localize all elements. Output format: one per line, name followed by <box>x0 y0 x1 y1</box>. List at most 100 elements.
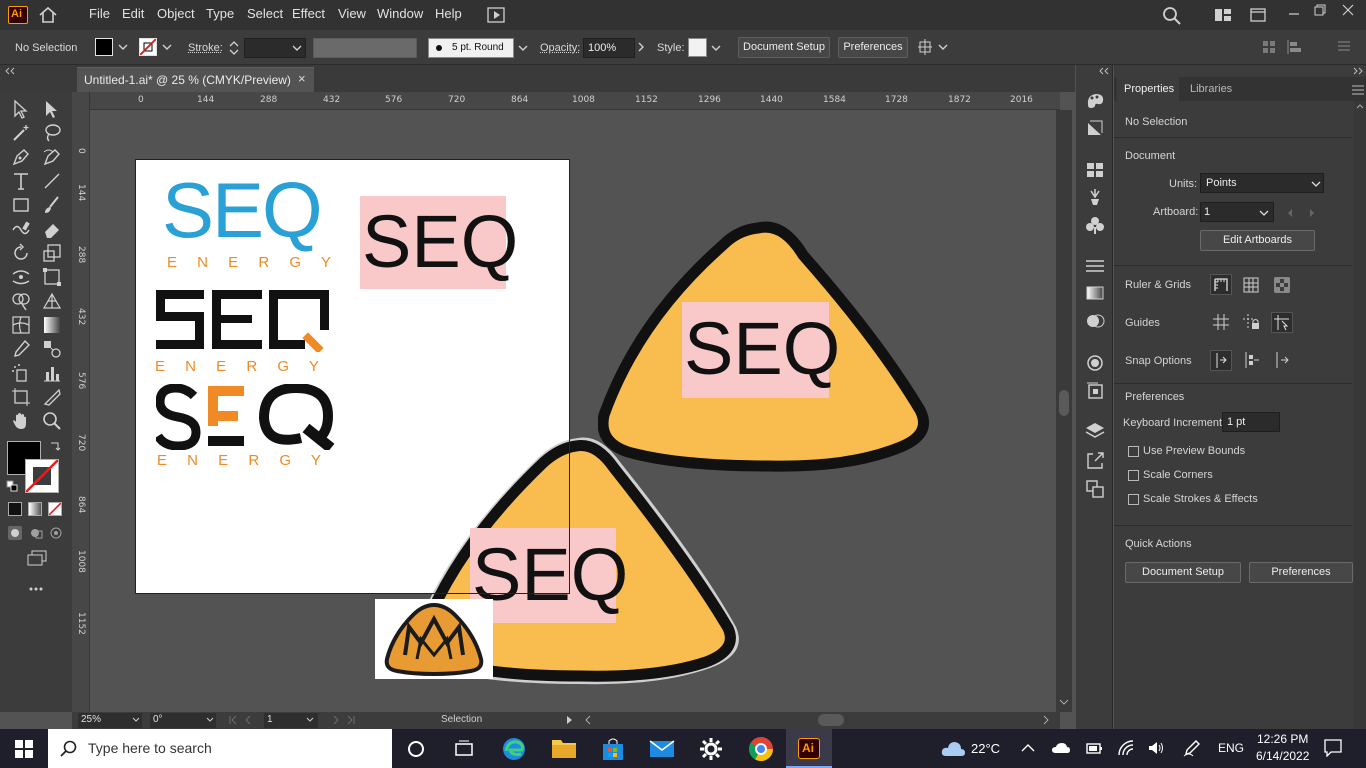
scale-corners-checkbox[interactable] <box>1128 470 1139 481</box>
draw-inside-icon[interactable] <box>48 525 64 541</box>
stroke-weight-stepper-icon[interactable] <box>228 39 240 57</box>
volume-icon[interactable] <box>1147 740 1165 756</box>
brush-definition[interactable]: 5 pt. Round <box>428 38 514 58</box>
curvature-tool-icon[interactable] <box>41 146 63 168</box>
seq-modern-logo[interactable] <box>156 384 338 450</box>
arrange-documents-icon[interactable] <box>1250 8 1266 22</box>
graphic-styles-icon[interactable] <box>1085 381 1105 401</box>
task-view-icon[interactable] <box>453 738 475 760</box>
props-scrollbar[interactable] <box>1354 101 1366 729</box>
menu-file[interactable]: File <box>89 0 110 30</box>
swap-fill-stroke-icon[interactable] <box>49 440 61 452</box>
color-mode-button[interactable] <box>8 502 22 516</box>
energy-orange-text-3[interactable]: E N E R G Y <box>157 452 329 469</box>
notifications-icon[interactable] <box>1324 739 1342 757</box>
layers-icon[interactable] <box>1085 421 1105 441</box>
opacity-arrow-icon[interactable] <box>637 42 645 52</box>
settings-gear-icon[interactable] <box>699 737 723 761</box>
zoom-field[interactable]: 25% <box>78 713 142 728</box>
eraser-tool-icon[interactable] <box>41 218 63 240</box>
menu-window[interactable]: Window <box>377 0 423 30</box>
gradient-mode-button[interactable] <box>28 502 42 516</box>
snap-to-pixel-icon[interactable] <box>1242 351 1260 369</box>
zoom-tool-icon[interactable] <box>41 410 63 432</box>
magic-wand-tool-icon[interactable] <box>10 122 32 144</box>
none-mode-button[interactable] <box>48 502 62 516</box>
weather-temperature[interactable]: 22°C <box>971 741 1000 756</box>
graphic-style-swatch[interactable] <box>688 38 707 57</box>
gpu-performance-icon[interactable] <box>486 6 506 24</box>
panel-options-icon[interactable] <box>1352 85 1364 95</box>
document-tab[interactable]: Untitled-1.ai* @ 25 % (CMYK/Preview) × <box>77 67 314 92</box>
mail-icon[interactable] <box>649 738 675 760</box>
swatches-icon[interactable] <box>1085 161 1105 179</box>
appearance-icon[interactable] <box>1085 353 1105 373</box>
wifi-icon[interactable] <box>1117 739 1135 757</box>
artboard-prev-next-icon[interactable] <box>1286 208 1316 218</box>
workspace-switcher-icon[interactable] <box>1214 8 1232 22</box>
seq-geometric-logo[interactable] <box>154 288 334 352</box>
column-graph-tool-icon[interactable] <box>41 362 63 384</box>
slice-tool-icon[interactable] <box>41 386 63 408</box>
collapse-toolbar-icon[interactable] <box>4 67 16 75</box>
rotation-field[interactable]: 0° <box>150 713 216 728</box>
minimize-icon[interactable] <box>1288 8 1300 20</box>
search-icon[interactable] <box>1162 6 1182 26</box>
transparency-icon[interactable] <box>1085 311 1105 331</box>
tab-libraries[interactable]: Libraries <box>1190 83 1232 95</box>
scroll-down-icon[interactable] <box>1059 698 1069 706</box>
stroke-color-box[interactable] <box>25 459 59 493</box>
brush-dropdown-icon[interactable] <box>518 44 528 52</box>
width-tool-icon[interactable] <box>10 266 32 288</box>
opacity-label[interactable]: Opacity: <box>540 41 580 55</box>
seq-pink-box[interactable]: SEQ <box>360 196 518 289</box>
collapse-panels-icon[interactable] <box>1098 67 1110 75</box>
artboard-tool-icon[interactable] <box>10 386 32 408</box>
rotation-dropdown-icon[interactable] <box>206 717 214 723</box>
artboard-dropdown-icon[interactable] <box>306 717 314 723</box>
menu-help[interactable]: Help <box>435 0 462 30</box>
next-last-artboard-icon[interactable] <box>322 715 356 725</box>
first-prev-artboard-icon[interactable] <box>228 715 262 725</box>
panel-menu-icon[interactable] <box>1338 41 1350 51</box>
gradient-tool-icon[interactable] <box>41 314 63 336</box>
clock-time[interactable]: 12:26 PM <box>1257 732 1308 746</box>
restore-icon[interactable] <box>1314 4 1326 16</box>
edit-toolbar-icon[interactable] <box>28 586 44 592</box>
language-indicator[interactable]: ENG <box>1218 741 1244 755</box>
draw-normal-icon[interactable] <box>7 525 23 541</box>
smart-guides-button[interactable] <box>1271 312 1293 333</box>
stroke-dropdown-icon[interactable] <box>162 43 172 51</box>
energy-orange-text-2[interactable]: E N E R G Y <box>155 358 327 375</box>
weather-cloud-icon[interactable] <box>940 739 966 759</box>
rotate-tool-icon[interactable] <box>10 242 32 264</box>
transparency-grid-icon[interactable] <box>1273 276 1291 294</box>
quick-document-setup-button[interactable]: Document Setup <box>1125 562 1241 583</box>
stroke-weight-dropdown-icon[interactable] <box>292 44 302 52</box>
symbol-sprayer-tool-icon[interactable] <box>10 362 32 384</box>
scale-strokes-effects-checkbox[interactable] <box>1128 494 1139 505</box>
scroll-right-icon[interactable] <box>1042 715 1050 725</box>
stroke-label[interactable]: Stroke: <box>188 41 223 55</box>
color-panel-icon[interactable] <box>1085 91 1105 109</box>
close-window-icon[interactable] <box>1342 4 1354 16</box>
menu-effect[interactable]: Effect <box>292 0 325 30</box>
symbols-icon[interactable] <box>1085 215 1105 235</box>
color-guide-icon[interactable] <box>1085 119 1105 137</box>
zoom-dropdown-icon[interactable] <box>132 717 140 723</box>
cortana-icon[interactable] <box>405 738 427 760</box>
collapse-props-icon[interactable] <box>1352 67 1364 75</box>
edge-icon[interactable] <box>500 735 528 763</box>
battery-icon[interactable] <box>1085 740 1103 756</box>
toggle-rulers-button[interactable] <box>1210 274 1232 295</box>
scale-tool-icon[interactable] <box>41 242 63 264</box>
mesh-tool-icon[interactable] <box>10 314 32 336</box>
quick-preferences-button[interactable]: Preferences <box>1249 562 1353 583</box>
app-logo[interactable]: Ai <box>8 6 28 24</box>
line-segment-tool-icon[interactable] <box>41 170 63 192</box>
document-setup-button[interactable]: Document Setup <box>738 37 830 58</box>
document-tab-close-icon[interactable]: × <box>298 71 306 86</box>
seq-blue-logo-text[interactable]: SEQ <box>162 170 323 250</box>
shape-builder-tool-icon[interactable] <box>10 290 32 312</box>
windows-start-icon[interactable] <box>15 740 33 758</box>
